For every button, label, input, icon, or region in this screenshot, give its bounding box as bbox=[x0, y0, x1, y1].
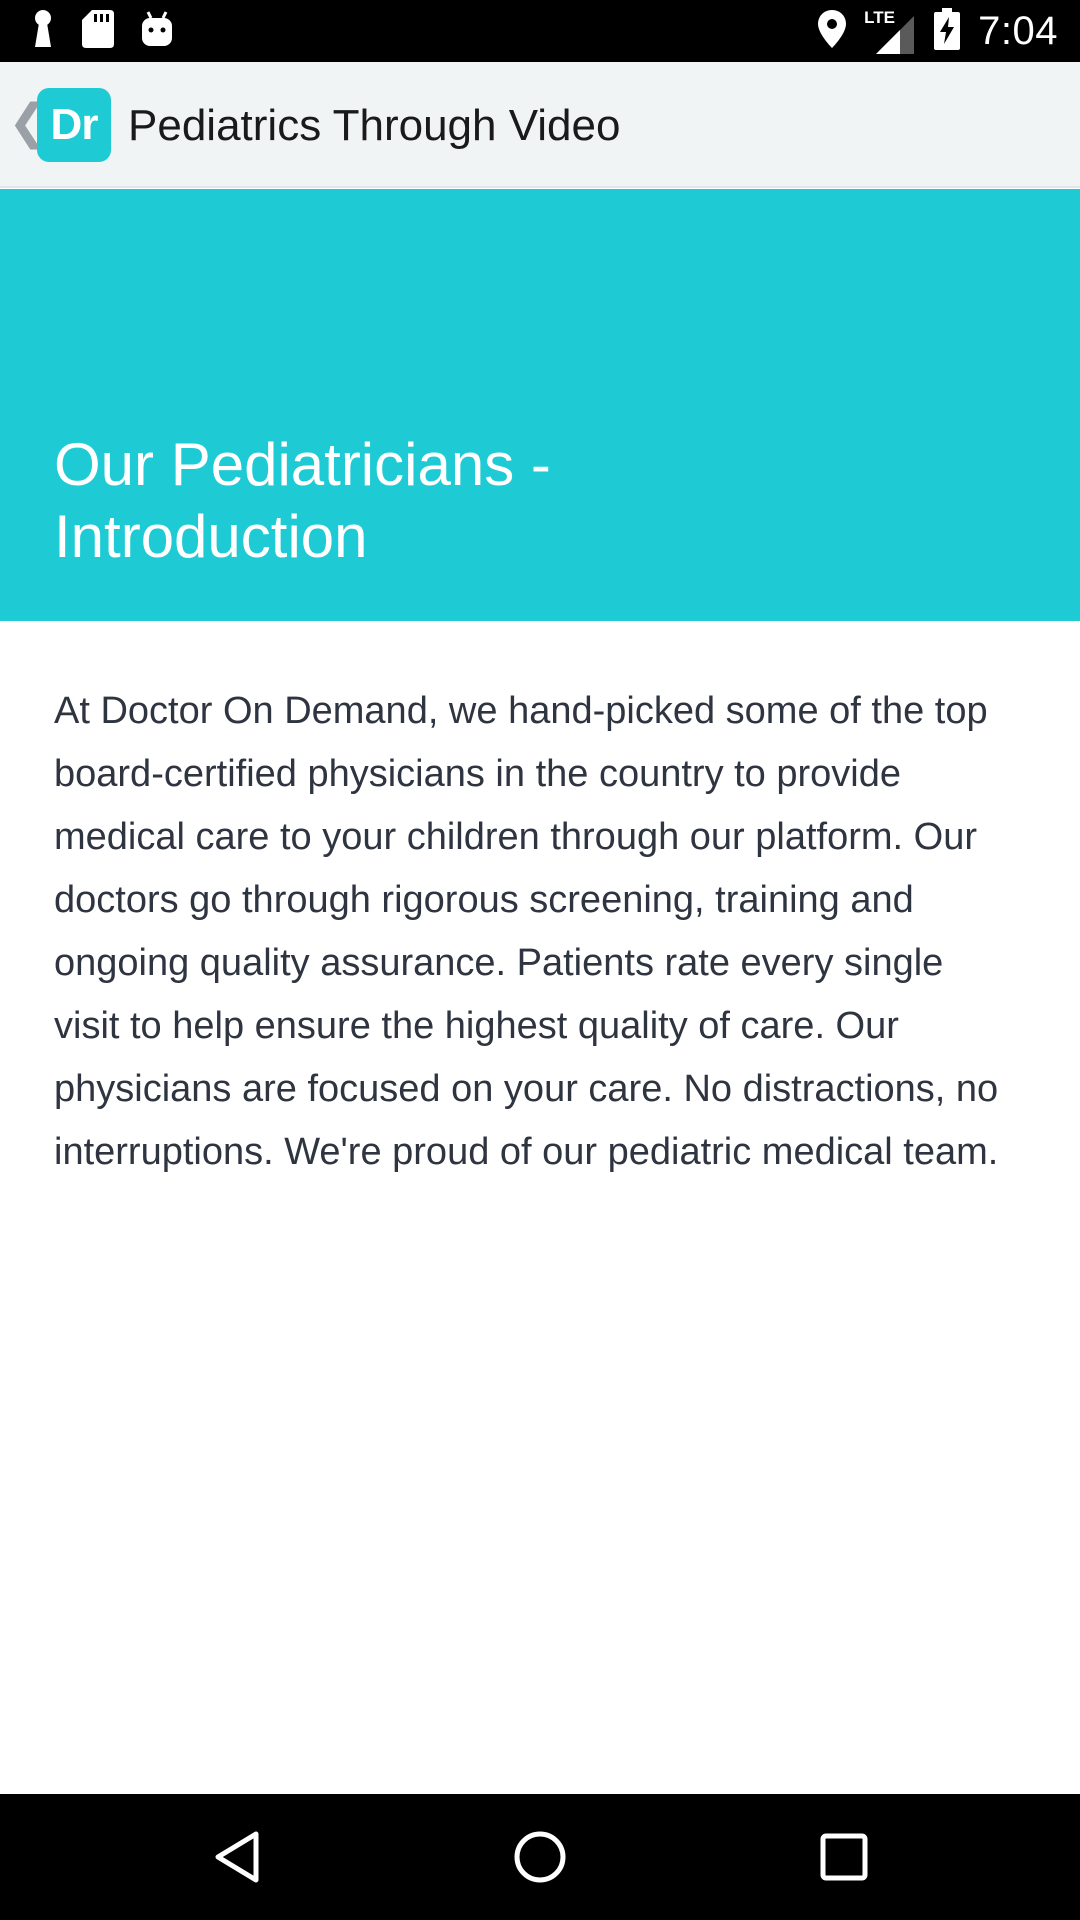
location-icon bbox=[818, 9, 847, 53]
page-title: Pediatrics Through Video bbox=[128, 101, 621, 150]
app-bar: ❮ Dr Pediatrics Through Video bbox=[0, 62, 1080, 188]
back-triangle-icon[interactable] bbox=[207, 1827, 267, 1887]
hero-title: Our Pediatricians - Introduction bbox=[54, 431, 551, 570]
status-bar-left-icons bbox=[30, 9, 174, 54]
recents-square-icon[interactable] bbox=[814, 1827, 874, 1887]
status-bar-right-icons: LTE 7:04 bbox=[818, 0, 1058, 62]
status-bar: LTE 7:04 bbox=[0, 0, 1080, 62]
sd-card-icon bbox=[82, 9, 114, 53]
system-nav-bar bbox=[0, 1794, 1080, 1920]
keyhole-icon bbox=[30, 9, 56, 54]
android-icon bbox=[140, 10, 174, 53]
hero-banner: Our Pediatricians - Introduction bbox=[0, 189, 1080, 621]
app-logo[interactable]: Dr bbox=[37, 88, 111, 162]
battery-charging-icon bbox=[934, 7, 961, 55]
intro-paragraph: At Doctor On Demand, we hand-picked some… bbox=[54, 690, 999, 1173]
home-circle-icon[interactable] bbox=[510, 1827, 570, 1887]
signal-icon: LTE bbox=[864, 6, 916, 56]
status-time: 7:04 bbox=[978, 8, 1058, 53]
